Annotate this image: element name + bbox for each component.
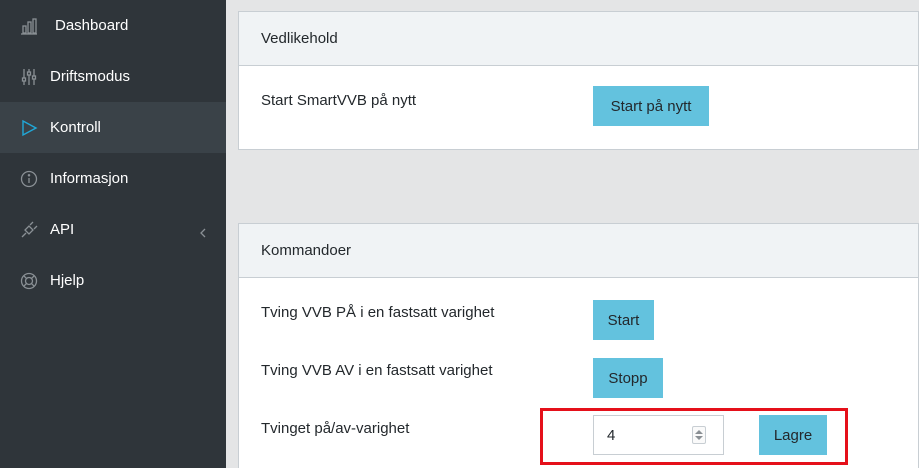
- spinner-down-icon[interactable]: [695, 436, 703, 440]
- commands-card: Kommandoer Tving VVB PÅ i en fastsatt va…: [238, 223, 919, 468]
- number-spinner[interactable]: [692, 426, 706, 444]
- chevron-left-icon: [199, 225, 207, 237]
- sidebar-item-hjelp[interactable]: Hjelp: [0, 255, 226, 306]
- spinner-up-icon[interactable]: [695, 430, 703, 434]
- play-icon: [20, 119, 38, 137]
- maintenance-card-title: Vedlikehold: [239, 12, 918, 66]
- sidebar-item-label: Driftsmodus: [50, 68, 131, 85]
- sliders-icon: [20, 68, 38, 86]
- sidebar-item-label: Informasjon: [50, 170, 129, 187]
- duration-number-input[interactable]: 4: [593, 415, 724, 455]
- sidebar-item-label: Dashboard: [55, 17, 129, 34]
- commands-card-title: Kommandoer: [239, 224, 918, 278]
- sidebar-item-informasjon[interactable]: Informasjon: [0, 153, 226, 204]
- save-button[interactable]: Lagre: [759, 415, 827, 455]
- sidebar-item-label: Hjelp: [50, 272, 85, 289]
- plug-icon: [20, 221, 38, 239]
- force-on-start-button[interactable]: Start: [593, 300, 654, 340]
- sidebar-item-label: API: [50, 221, 75, 238]
- life-ring-icon: [20, 272, 38, 290]
- main-content: Vedlikehold Start SmartVVB på nytt Start…: [226, 0, 919, 468]
- force-off-label: Tving VVB AV i en fastsatt varighet: [261, 362, 493, 379]
- sidebar-item-label: Kontroll: [50, 119, 101, 136]
- info-circle-icon: [20, 170, 38, 188]
- sidebar-item-dashboard[interactable]: Dashboard: [0, 0, 226, 51]
- force-off-stop-button[interactable]: Stopp: [593, 358, 663, 398]
- maintenance-card: Vedlikehold Start SmartVVB på nytt Start…: [238, 11, 919, 150]
- restart-button[interactable]: Start på nytt: [593, 86, 709, 126]
- sidebar-item-driftsmodus[interactable]: Driftsmodus: [0, 51, 226, 102]
- duration-value: 4: [607, 426, 616, 444]
- sidebar-item-kontroll[interactable]: Kontroll: [0, 102, 226, 153]
- bar-chart-icon: [20, 17, 38, 35]
- sidebar: Dashboard Driftsmodus Kontroll Informasj…: [0, 0, 226, 468]
- sidebar-item-api[interactable]: API: [0, 204, 226, 255]
- duration-label: Tvinget på/av-varighet: [261, 420, 410, 437]
- force-on-label: Tving VVB PÅ i en fastsatt varighet: [261, 304, 495, 321]
- restart-label: Start SmartVVB på nytt: [261, 92, 417, 109]
